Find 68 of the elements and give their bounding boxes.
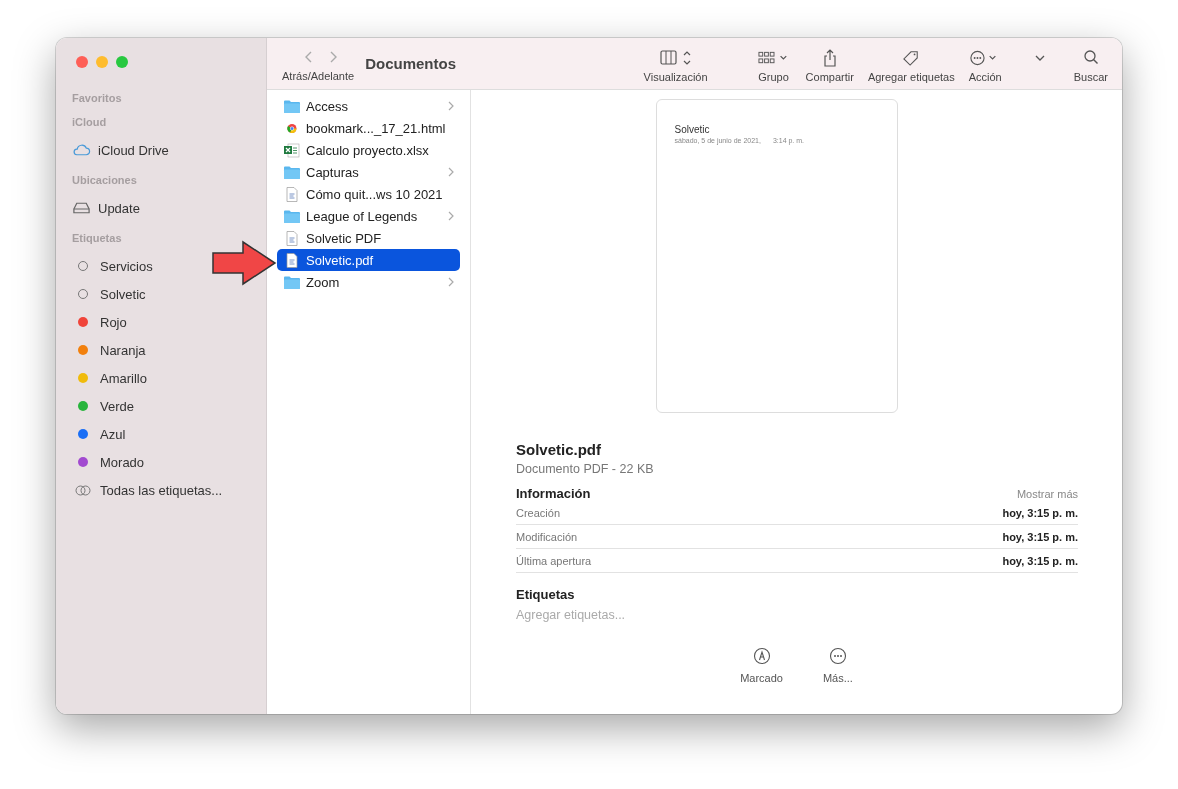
sidebar-item[interactable]: Azul — [72, 420, 126, 448]
file-row[interactable]: Capturas — [277, 161, 460, 183]
file-kind: Documento PDF - 22 KB — [516, 462, 655, 476]
document-icon — [283, 230, 301, 246]
file-row[interactable]: Calculo proyecto.xlsx — [277, 139, 460, 161]
chevron-right-icon — [448, 167, 454, 177]
toolbar-label: Compartir — [805, 71, 854, 83]
file-row[interactable]: Solvetic.pdf — [277, 249, 460, 271]
sidebar-heading: iCloud — [72, 116, 108, 130]
section-heading: Información — [516, 486, 591, 501]
tags-icon — [75, 484, 91, 496]
more-icon[interactable] — [828, 647, 847, 665]
sidebar-item[interactable]: Update — [72, 194, 140, 222]
file-name: Solvetic.pdf — [516, 441, 602, 458]
sidebar-item[interactable]: Morado — [72, 448, 145, 476]
folder-icon — [283, 274, 301, 290]
file-row[interactable]: bookmark..._17_21.html — [277, 117, 460, 139]
action-label: Más... — [822, 672, 853, 684]
chevron-right-icon — [448, 101, 454, 111]
chevron-right-icon — [448, 211, 454, 221]
file-row[interactable]: League of Legends — [277, 205, 460, 227]
folder-icon — [283, 98, 301, 114]
toolbar-label: Agregar etiquetas — [867, 71, 955, 83]
window-title: Documentos — [365, 55, 456, 72]
tag-icon[interactable] — [903, 49, 920, 67]
file-row[interactable]: Zoom — [277, 271, 460, 293]
sidebar-item[interactable]: Todas las etiquetas... — [72, 476, 223, 504]
info-value: hoy, 3:15 p. m. — [1002, 554, 1078, 567]
markup-icon[interactable] — [752, 647, 771, 665]
show-more-link[interactable]: Mostrar más — [1016, 488, 1078, 500]
sidebar-item[interactable]: Rojo — [72, 308, 127, 336]
share-icon[interactable] — [821, 49, 838, 67]
action-label: Marcado — [740, 672, 783, 684]
sidebar-item[interactable]: Naranja — [72, 336, 146, 364]
cloud-icon — [72, 143, 91, 157]
sidebar-item[interactable]: Solvetic — [72, 280, 146, 308]
file-row[interactable]: Solvetic PDF — [277, 227, 460, 249]
toolbar-label: Buscar — [1073, 71, 1108, 83]
sidebar-item[interactable]: Servicios — [72, 252, 153, 280]
spreadsheet-icon — [283, 142, 301, 158]
sidebar-item[interactable]: Verde — [72, 392, 134, 420]
sidebar-heading: Ubicaciones — [72, 174, 138, 188]
chevron-right-icon — [448, 277, 454, 287]
section-heading: Etiquetas — [516, 587, 576, 602]
info-label: Creación — [516, 506, 561, 519]
info-value: hoy, 3:15 p. m. — [1002, 506, 1078, 519]
columns-view-icon[interactable] — [659, 49, 692, 67]
toolbar-label: Visualización — [643, 71, 708, 83]
sidebar-item[interactable]: iCloud Drive — [72, 136, 169, 164]
info-label: Última apertura — [516, 554, 592, 567]
file-row[interactable]: Cómo quit...ws 10 2021 — [277, 183, 460, 205]
folder-icon — [283, 208, 301, 224]
file-row[interactable]: Access — [277, 95, 460, 117]
folder-icon — [283, 164, 301, 180]
nav-label: Atrás/Adelante — [282, 70, 355, 82]
drive-icon — [72, 201, 91, 215]
document-title: Solvetic — [674, 124, 711, 135]
info-label: Modificación — [516, 530, 578, 543]
document-icon — [283, 252, 301, 268]
tags-field[interactable]: Agregar etiquetas... — [516, 608, 716, 622]
toolbar-label: Acción — [968, 71, 1002, 83]
toolbar-label: Grupo — [758, 71, 789, 83]
sidebar-heading: Favoritos — [72, 92, 123, 106]
document-icon — [283, 186, 301, 202]
pointer-arrow-icon — [211, 240, 277, 286]
sidebar-item[interactable]: Amarillo — [72, 364, 147, 392]
sidebar-heading: Etiquetas — [72, 232, 123, 246]
info-value: hoy, 3:15 p. m. — [1002, 530, 1078, 543]
